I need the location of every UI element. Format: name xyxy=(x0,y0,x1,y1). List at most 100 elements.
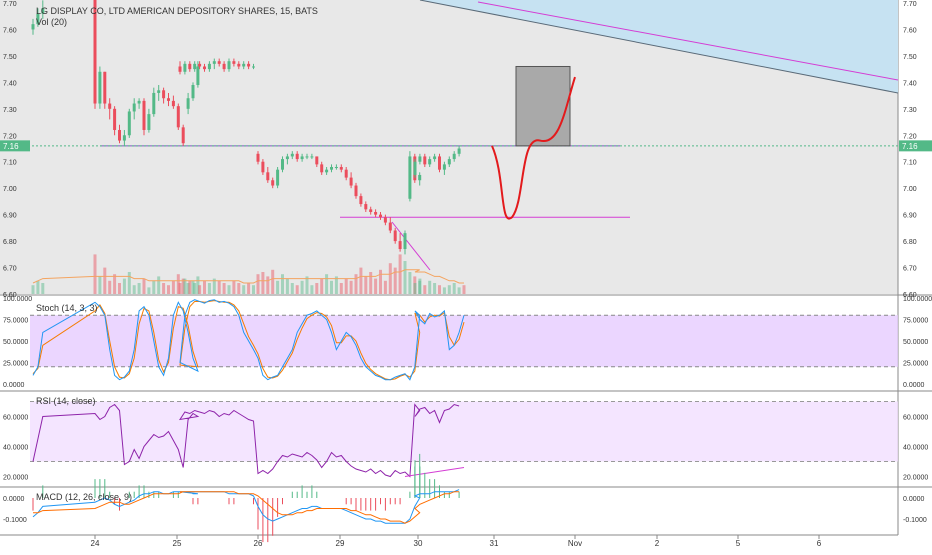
candle-body xyxy=(315,156,319,165)
candle-body xyxy=(300,156,304,160)
volume-bar xyxy=(198,285,202,294)
volume-bar xyxy=(438,285,441,294)
candle-body xyxy=(183,63,187,72)
candle-body xyxy=(271,180,275,186)
volume-bar xyxy=(295,285,299,294)
volume-bar xyxy=(364,276,368,294)
time-tick-label: 26 xyxy=(254,539,263,548)
volume-bar xyxy=(122,278,126,294)
volume-bar xyxy=(413,283,417,294)
macd-label: MACD (12, 26, close, 9) xyxy=(36,492,132,502)
candle-body xyxy=(418,156,422,162)
stoch-tick-right: 25.0000 xyxy=(903,361,928,368)
price-tick-right: 7.10 xyxy=(903,160,917,167)
volume-bar xyxy=(428,280,432,294)
volume-bar xyxy=(398,254,402,294)
volume-bar xyxy=(354,274,358,294)
stoch-tick-left: 100.0000 xyxy=(3,296,32,303)
time-tick-label: 6 xyxy=(817,539,822,548)
volume-bar xyxy=(281,274,284,294)
candle-body xyxy=(261,161,265,173)
candle-body xyxy=(191,85,195,99)
volume-bar xyxy=(237,283,241,294)
time-tick-label: 24 xyxy=(91,539,100,548)
time-axis[interactable]: 24 25 26 29 30 31 Nov 2 5 6 xyxy=(91,535,822,548)
volume-bar xyxy=(157,276,161,294)
candle-body xyxy=(108,103,112,109)
stoch-tick-left: 50.0000 xyxy=(3,339,28,346)
candle-body xyxy=(157,90,161,93)
volume-bar xyxy=(203,280,206,294)
candle-body xyxy=(330,167,333,170)
volume-bar xyxy=(383,280,387,294)
candle-body xyxy=(379,214,382,218)
time-tick-label: Nov xyxy=(568,539,582,548)
candle-body xyxy=(232,61,236,64)
volume-bar xyxy=(403,261,407,294)
candle-body xyxy=(176,106,180,128)
price-tick-left: 7.20 xyxy=(3,133,17,140)
price-tick-left: 6.70 xyxy=(3,266,17,273)
candle-body xyxy=(113,108,117,130)
candle-body xyxy=(152,92,156,115)
candle-body xyxy=(428,159,432,165)
time-tick-label: 30 xyxy=(414,539,423,548)
candle-body xyxy=(171,100,175,107)
candle-body xyxy=(98,71,102,104)
volume-bar xyxy=(167,285,170,294)
candle-body xyxy=(147,114,151,130)
volume-bar xyxy=(247,283,251,294)
price-tick-right: 7.00 xyxy=(903,186,917,193)
candle-body xyxy=(442,164,446,170)
candle-body xyxy=(276,169,280,186)
rsi-tick-right: 60.0000 xyxy=(903,415,928,422)
candle-body xyxy=(207,63,211,70)
candle-body xyxy=(242,63,246,67)
stoch-tick-left: 0.0000 xyxy=(3,382,25,389)
volume-bar xyxy=(252,285,255,294)
volume-bar xyxy=(433,283,437,294)
candle-body xyxy=(418,174,422,181)
candle-body xyxy=(364,204,368,210)
candle-body xyxy=(247,63,251,67)
price-tick-right: 6.70 xyxy=(903,266,917,273)
time-tick-label: 5 xyxy=(736,539,741,548)
volume-bar xyxy=(290,283,294,294)
candle-body xyxy=(127,111,131,136)
volume-bar xyxy=(320,278,324,294)
candle-body xyxy=(118,129,121,141)
price-tick-left: 6.90 xyxy=(3,213,17,220)
price-tick-left: 7.50 xyxy=(3,54,17,61)
volume-bar xyxy=(349,280,353,294)
macd-tick-right: -0.1000 xyxy=(903,517,927,524)
volume-bar xyxy=(266,276,270,294)
price-tick-right: 6.80 xyxy=(903,239,917,246)
volume-bar xyxy=(310,285,314,294)
candle-body xyxy=(344,169,348,178)
volume-bar xyxy=(452,283,456,294)
stoch-tick-left: 25.0000 xyxy=(3,361,28,368)
chart-canvas[interactable]: 7.70 7.70 7.60 7.60 7.50 7.50 7.40 7.40 7.30 7.30… xyxy=(0,0,932,550)
volume-bar xyxy=(271,269,275,294)
candle-body xyxy=(198,63,202,67)
candle-body xyxy=(132,103,136,112)
volume-bar xyxy=(152,280,156,294)
candle-body xyxy=(178,66,182,72)
candle-body xyxy=(227,61,231,70)
candle-body xyxy=(310,156,314,158)
candle-body xyxy=(423,156,427,165)
target-box[interactable] xyxy=(515,65,571,147)
time-tick-label: 25 xyxy=(173,539,182,548)
volume-bar xyxy=(325,274,329,294)
volume-bar xyxy=(242,285,246,294)
candle-body xyxy=(217,61,221,64)
time-tick-label: 29 xyxy=(336,539,345,548)
price-tick-right: 7.70 xyxy=(903,1,917,8)
candle-body xyxy=(285,156,289,160)
time-tick-label: 2 xyxy=(655,539,660,548)
candle-body xyxy=(413,161,417,175)
stoch-tick-right: 0.0000 xyxy=(903,382,925,389)
candle-body xyxy=(266,172,270,181)
volume-bar xyxy=(127,272,131,294)
stoch-label: Stoch (14, 3, 3) xyxy=(36,303,98,313)
